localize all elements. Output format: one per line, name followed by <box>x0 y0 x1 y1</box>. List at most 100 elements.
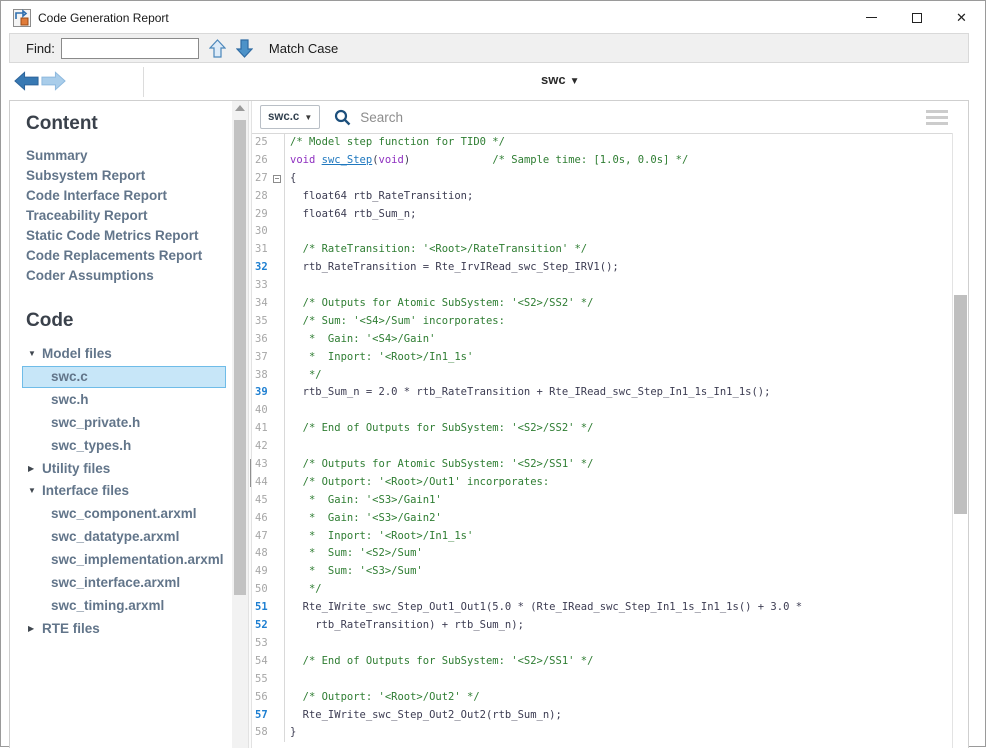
close-button[interactable]: ✕ <box>939 2 984 33</box>
line-number[interactable]: 47 <box>252 528 272 546</box>
line-number-highlighted[interactable]: 57 <box>252 707 272 725</box>
line-number[interactable]: 53 <box>252 635 272 653</box>
tree-file-swc-private-h[interactable]: swc_private.h <box>22 412 226 434</box>
tree-file-swc-timing-arxml[interactable]: swc_timing.arxml <box>22 595 226 617</box>
line-number[interactable]: 44 <box>252 474 272 492</box>
line-gutter: 30 <box>252 223 285 241</box>
line-number[interactable]: 25 <box>252 134 272 152</box>
line-number[interactable]: 36 <box>252 331 272 349</box>
fold-column <box>272 152 284 170</box>
tree-file-swc-h[interactable]: swc.h <box>22 389 226 411</box>
find-input[interactable] <box>61 38 199 59</box>
line-number[interactable]: 37 <box>252 349 272 367</box>
line-number[interactable]: 29 <box>252 206 272 224</box>
content-link[interactable]: Traceability Report <box>26 206 232 226</box>
line-number-highlighted[interactable]: 51 <box>252 599 272 617</box>
content-link[interactable]: Coder Assumptions <box>26 266 232 286</box>
menu-icon[interactable] <box>926 110 948 125</box>
line-number[interactable]: 33 <box>252 277 272 295</box>
code-view[interactable]: 25/* Model step function for TID0 */26vo… <box>252 134 952 748</box>
tree-file-swc-datatype-arxml[interactable]: swc_datatype.arxml <box>22 526 226 548</box>
sidebar-scrollbar-thumb[interactable] <box>234 120 246 595</box>
line-number[interactable]: 45 <box>252 492 272 510</box>
tree-node-interface-files[interactable]: ▼Interface files <box>10 480 232 502</box>
code-line-text: /* Outputs for Atomic SubSystem: '<S2>/S… <box>285 295 593 313</box>
content-link[interactable]: Code Interface Report <box>26 186 232 206</box>
line-number[interactable]: 56 <box>252 689 272 707</box>
line-number[interactable]: 58 <box>252 724 272 742</box>
line-number[interactable]: 27 <box>252 170 272 188</box>
chevron-collapsed-icon[interactable]: ▶ <box>28 618 42 640</box>
tree-node-model-files[interactable]: ▼Model files <box>10 343 232 365</box>
line-gutter: 47 <box>252 528 285 546</box>
tree-file-swc-c[interactable]: swc.c <box>22 366 226 388</box>
search-input[interactable] <box>358 109 926 126</box>
tree-file-label: swc_datatype.arxml <box>51 529 179 544</box>
back-button[interactable] <box>13 69 40 93</box>
code-symbol-link[interactable]: swc_Step <box>322 154 373 166</box>
code-line-text: { <box>285 170 296 188</box>
scrollbar-up-arrow-icon[interactable] <box>235 105 245 111</box>
line-number[interactable]: 26 <box>252 152 272 170</box>
report-content: Content SummarySubsystem ReportCode Inte… <box>9 100 969 748</box>
content-link[interactable]: Code Replacements Report <box>26 246 232 266</box>
forward-button[interactable] <box>40 69 67 93</box>
chevron-expanded-icon[interactable]: ▼ <box>28 343 42 365</box>
match-case-toggle[interactable]: Match Case <box>269 41 338 56</box>
line-number[interactable]: 55 <box>252 671 272 689</box>
line-number[interactable]: 34 <box>252 295 272 313</box>
tree-file-swc-component-arxml[interactable]: swc_component.arxml <box>22 503 226 525</box>
line-gutter: 56 <box>252 689 285 707</box>
find-bar: Find: Match Case <box>9 33 969 63</box>
code-line: 32 rtb_RateTransition = Rte_IrvIRead_swc… <box>252 259 952 277</box>
fold-column <box>272 635 284 653</box>
line-number[interactable]: 42 <box>252 438 272 456</box>
line-number[interactable]: 30 <box>252 223 272 241</box>
code-line-text: * Sum: '<S3>/Sum' <box>285 563 423 581</box>
line-number[interactable]: 31 <box>252 241 272 259</box>
tree-node-rte-files[interactable]: ▶RTE files <box>10 618 232 640</box>
code-scrollbar-thumb[interactable] <box>954 295 967 514</box>
line-number[interactable]: 50 <box>252 581 272 599</box>
tree-node-utility-files[interactable]: ▶Utility files <box>10 458 232 480</box>
content-link[interactable]: Subsystem Report <box>26 166 232 186</box>
fold-column <box>272 384 284 402</box>
line-number[interactable]: 54 <box>252 653 272 671</box>
sidebar-scrollbar[interactable] <box>232 101 248 748</box>
line-number[interactable]: 40 <box>252 402 272 420</box>
line-number[interactable]: 38 <box>252 367 272 385</box>
tree-file-swc-types-h[interactable]: swc_types.h <box>22 435 226 457</box>
model-selector-dropdown[interactable]: swc▼ <box>541 72 579 87</box>
line-gutter: 58 <box>252 724 285 742</box>
line-gutter: 49 <box>252 563 285 581</box>
tree-file-swc-implementation-arxml[interactable]: swc_implementation.arxml <box>22 549 226 571</box>
line-number[interactable]: 43 <box>252 456 272 474</box>
code-text: rtb_Sum_n = 2.0 * rtb_RateTransition + R… <box>290 386 770 398</box>
collapse-icon[interactable] <box>273 175 281 183</box>
find-next-button[interactable] <box>236 39 253 58</box>
content-link[interactable]: Summary <box>26 146 232 166</box>
line-gutter: 46 <box>252 510 285 528</box>
chevron-expanded-icon[interactable]: ▼ <box>28 480 42 502</box>
file-selector-dropdown[interactable]: swc.c▼ <box>260 105 320 129</box>
code-scrollbar[interactable] <box>952 133 968 748</box>
line-number-highlighted[interactable]: 39 <box>252 384 272 402</box>
line-number[interactable]: 28 <box>252 188 272 206</box>
find-previous-button[interactable] <box>209 39 226 58</box>
line-number-highlighted[interactable]: 32 <box>252 259 272 277</box>
fold-column <box>272 724 284 742</box>
chevron-collapsed-icon[interactable]: ▶ <box>28 458 42 480</box>
tree-file-swc-interface-arxml[interactable]: swc_interface.arxml <box>22 572 226 594</box>
maximize-button[interactable] <box>894 2 939 33</box>
line-number-highlighted[interactable]: 52 <box>252 617 272 635</box>
minimize-button[interactable] <box>849 2 894 33</box>
code-comment: /* Outport: '<Root>/Out2' */ <box>290 691 480 703</box>
line-number[interactable]: 46 <box>252 510 272 528</box>
line-number[interactable]: 41 <box>252 420 272 438</box>
code-line-text: /* Outputs for Atomic SubSystem: '<S2>/S… <box>285 456 593 474</box>
code-line: 39 rtb_Sum_n = 2.0 * rtb_RateTransition … <box>252 384 952 402</box>
line-number[interactable]: 48 <box>252 545 272 563</box>
line-number[interactable]: 49 <box>252 563 272 581</box>
line-number[interactable]: 35 <box>252 313 272 331</box>
content-link[interactable]: Static Code Metrics Report <box>26 226 232 246</box>
